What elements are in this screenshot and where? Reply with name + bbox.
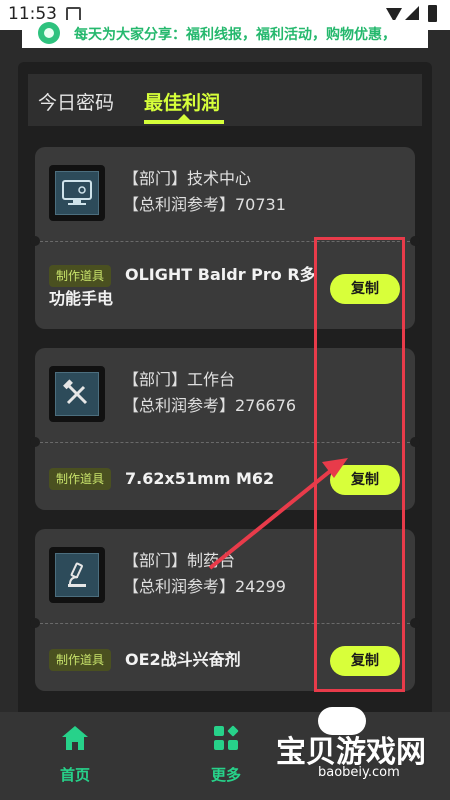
more-icon — [214, 725, 239, 750]
home-icon — [62, 726, 88, 750]
item-thumbnail — [49, 165, 105, 221]
card-notch-left — [30, 618, 40, 628]
monitor-icon — [55, 171, 99, 215]
item-name: OE2战斗兴奋剂 — [125, 650, 241, 669]
nav-home[interactable]: 首页 — [35, 724, 115, 785]
profit-reference: 【总利润参考】24299 — [123, 577, 286, 596]
tab-best-profit[interactable]: 最佳利润 — [144, 88, 220, 115]
craft-tag: 制作道具 — [49, 468, 112, 490]
marquee-banner[interactable]: 每天为大家分享：福利线报，福利活动，购物优惠， — [22, 20, 428, 48]
banner-dot-icon — [38, 22, 60, 44]
department-label: 【部门】技术中心 — [123, 169, 252, 188]
banner-text: 每天为大家分享：福利线报，福利活动，购物优惠， — [74, 27, 396, 43]
craft-tag: 制作道具 — [49, 649, 112, 671]
department-label: 【部门】工作台 — [123, 370, 236, 389]
tab-bar: 今日密码 最佳利润 — [28, 74, 422, 126]
card-notch-right — [410, 236, 420, 246]
microscope-icon — [55, 553, 99, 597]
battery-icon — [428, 5, 437, 22]
department-label: 【部门】制药台 — [123, 551, 236, 570]
card-notch-left — [30, 236, 40, 246]
card-notch-left — [30, 437, 40, 447]
item-name: OLIGHT Baldr Pro R多功能手电 — [49, 265, 316, 308]
card-notch-right — [410, 437, 420, 447]
item-name: 7.62x51mm M62 — [125, 469, 275, 488]
profit-reference: 【总利润参考】70731 — [123, 195, 286, 214]
active-tab-indicator — [144, 120, 224, 124]
profit-reference: 【总利润参考】276676 — [123, 396, 297, 415]
watermark-url: baobeiy.com — [318, 765, 400, 780]
card-notch-right — [410, 618, 420, 628]
item-thumbnail — [49, 366, 105, 422]
active-tab-caret — [178, 114, 190, 120]
signal-icon — [404, 6, 419, 21]
nav-more[interactable]: 更多 — [186, 724, 266, 785]
tab-today-password[interactable]: 今日密码 — [38, 88, 114, 115]
item-thumbnail — [49, 547, 105, 603]
nav-home-label: 首页 — [59, 766, 90, 784]
nav-more-label: 更多 — [210, 766, 241, 784]
highlight-box — [314, 237, 405, 692]
tools-icon — [55, 372, 99, 416]
